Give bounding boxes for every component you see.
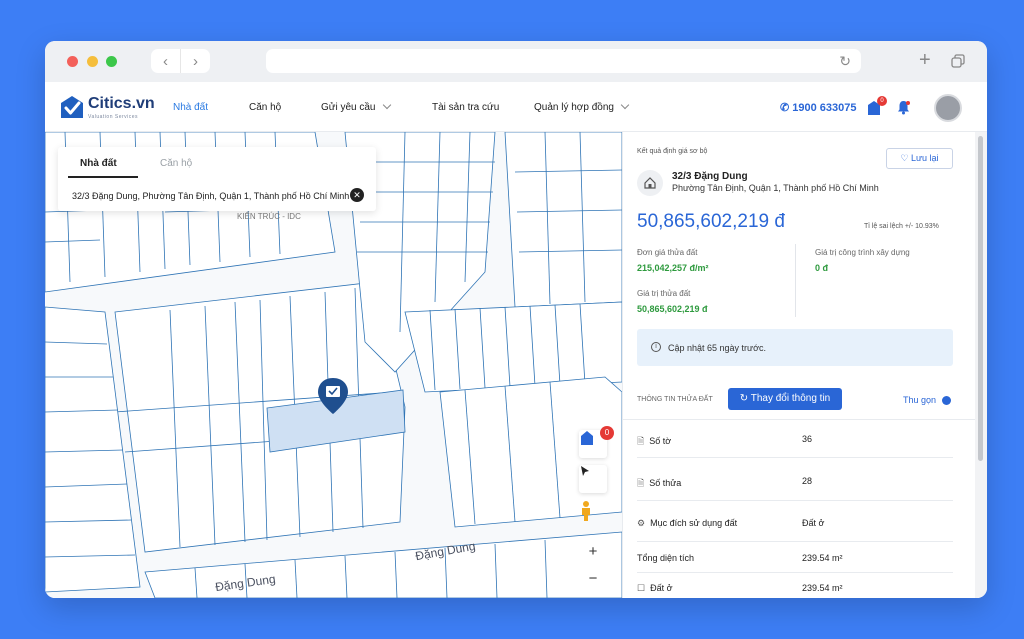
minimize-window-button[interactable]: [87, 56, 98, 67]
nav-quan-ly-hop-dong[interactable]: Quản lý hợp đồng: [534, 100, 630, 113]
section-title: THÔNG TIN THỬA ĐẤT: [637, 396, 713, 403]
property-avatar: [637, 170, 663, 196]
maximize-window-button[interactable]: [106, 56, 117, 67]
error-rate: Tỉ lệ sai lệch +/- 10.93%: [864, 223, 939, 230]
map-view[interactable]: Nhà đất Căn hộ 32/3 Đặng Dung, Phường Tâ…: [45, 132, 622, 598]
collapse-icon[interactable]: [942, 396, 951, 405]
zoom-out-button[interactable]: −: [579, 564, 607, 592]
row-divider: [637, 500, 953, 501]
search-tab-nha-dat[interactable]: Nhà đất: [80, 158, 117, 169]
logo-subtitle: Valuation Services: [88, 114, 139, 120]
clear-search-icon[interactable]: ✕: [350, 188, 364, 202]
street-view-button[interactable]: [579, 500, 607, 528]
nav-nha-dat[interactable]: Nhà đất: [173, 102, 208, 113]
total-price: 50,865,602,219 đ: [637, 211, 785, 232]
reload-icon[interactable]: ↻: [839, 53, 851, 70]
scrollbar-thumb[interactable]: [978, 136, 983, 461]
cart-badge: 0: [877, 96, 887, 106]
app-header: Citics.vn Valuation Services Nhà đất Căn…: [45, 82, 987, 132]
address-bar[interactable]: ↻: [266, 49, 861, 73]
browser-chrome: ‹ › ↻ +: [45, 41, 987, 82]
building-value: 0 đ: [815, 263, 829, 273]
house-icon: [644, 177, 656, 189]
bell-icon[interactable]: [896, 100, 911, 115]
row-dat-o-value: 239.54 m²: [802, 583, 843, 593]
gear-icon: ⚙: [637, 518, 646, 528]
nav-tai-san-tra-cuu[interactable]: Tài sản tra cứu: [432, 102, 499, 113]
update-note: Cập nhật 65 ngày trước.: [668, 343, 766, 353]
search-card: Nhà đất Căn hộ 32/3 Đặng Dung, Phường Tâ…: [58, 147, 376, 211]
row-divider: [637, 457, 953, 458]
divider: [623, 419, 975, 420]
chevron-down-icon: [382, 100, 391, 110]
pointer-tool-button[interactable]: [579, 465, 607, 493]
nav-can-ho[interactable]: Căn hộ: [249, 102, 281, 113]
logo-text: Citics.vn: [88, 95, 155, 112]
map-poi-label: KIẾN TRÚC - IDC: [237, 212, 301, 221]
checkbox-icon[interactable]: ☐: [637, 583, 645, 594]
change-info-button[interactable]: ↻ Thay đổi thông tin: [728, 388, 842, 410]
nav-gui-yeu-cau[interactable]: Gửi yêu cầu: [321, 100, 391, 113]
doc-icon: 🗎: [637, 436, 645, 446]
row-divider: [637, 572, 953, 573]
search-tab-can-ho[interactable]: Căn hộ: [160, 158, 192, 169]
row-tong-dien-tich: Tổng diện tích: [637, 553, 695, 563]
save-button[interactable]: ♡ Lưu lại: [886, 148, 953, 169]
valuation-panel: Kết quả định giá sơ bộ ♡ Lưu lại 32/3 Đặ…: [622, 132, 975, 598]
row-muc-dich: ⚙ Mục đích sử dụng đất: [637, 518, 738, 528]
new-tab-icon[interactable]: +: [919, 49, 931, 71]
history-nav: ‹ ›: [151, 49, 210, 73]
divider: [795, 244, 796, 317]
doc-icon: 🗎: [637, 478, 645, 488]
address-title: 32/3 Đặng Dung: [672, 171, 748, 182]
cursor-icon: [581, 466, 589, 476]
browser-window: ‹ › ↻ + Citics.vn Valuation Services Nhà…: [45, 41, 987, 598]
row-muc-dich-value: Đất ở: [802, 518, 825, 528]
chevron-down-icon: [620, 100, 630, 110]
active-tab-indicator: [68, 176, 138, 178]
info-icon: i: [651, 342, 661, 352]
result-label: Kết quả định giá sơ bộ: [637, 148, 708, 155]
building-value-label: Giá trị công trình xây dựng: [815, 248, 910, 257]
layers-badge: 0: [600, 426, 614, 440]
logo-icon: [61, 96, 83, 118]
land-value: 50,865,602,219 đ: [637, 304, 708, 314]
panel-scrollbar[interactable]: [975, 132, 987, 598]
pegman-icon: [582, 501, 590, 521]
tabs-overview-icon[interactable]: [951, 54, 965, 68]
row-dat-o[interactable]: ☐ Đất ở: [637, 583, 673, 594]
hotline[interactable]: ✆ 1900 633075: [780, 101, 857, 114]
row-divider: [637, 541, 953, 542]
forward-icon[interactable]: ›: [181, 49, 210, 73]
avatar[interactable]: [934, 94, 962, 122]
home-layer-icon: [581, 431, 593, 445]
row-so-to: 🗎 Số tờ: [637, 434, 671, 450]
zoom-in-button[interactable]: +: [579, 537, 607, 565]
row-so-thua: 🗎 Số thửa: [637, 476, 681, 492]
row-tong-dien-tich-value: 239.54 m²: [802, 553, 843, 563]
collapse-link[interactable]: Thu gọn: [903, 395, 936, 405]
update-notice: i Cập nhật 65 ngày trước.: [637, 329, 953, 366]
unit-price-value: 215,042,257 đ/m²: [637, 263, 709, 273]
address-subtitle: Phường Tân Định, Quận 1, Thành phố Hồ Ch…: [672, 183, 879, 193]
search-input[interactable]: 32/3 Đặng Dung, Phường Tân Định, Quận 1,…: [72, 191, 349, 201]
back-icon[interactable]: ‹: [151, 49, 181, 73]
land-value-label: Giá trị thửa đất: [637, 289, 691, 298]
unit-price-label: Đơn giá thửa đất: [637, 248, 698, 257]
row-so-thua-value: 28: [802, 476, 813, 486]
row-so-to-value: 36: [802, 434, 813, 444]
close-window-button[interactable]: [67, 56, 78, 67]
